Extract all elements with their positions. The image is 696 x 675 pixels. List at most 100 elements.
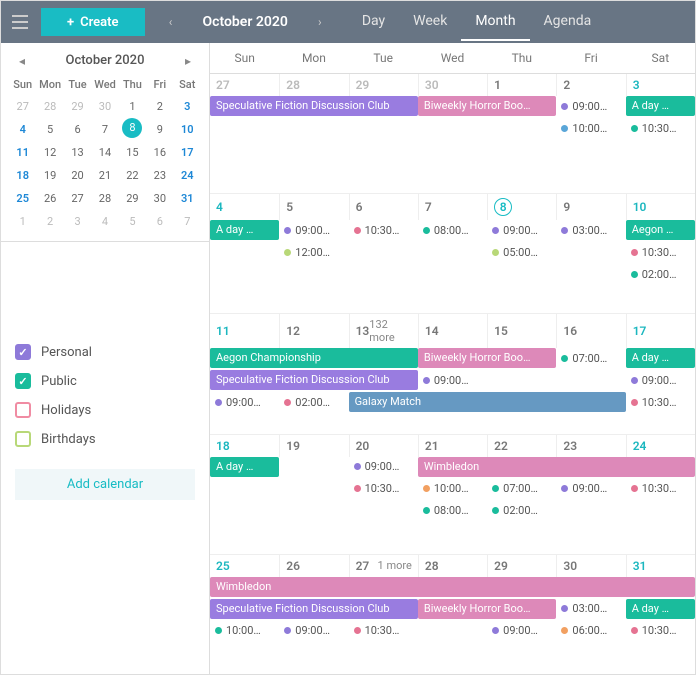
event-item[interactable]: 09:00… <box>556 96 625 116</box>
more-events-link[interactable]: 132 more <box>369 318 412 344</box>
date-cell[interactable]: 30 <box>418 74 487 96</box>
date-cell[interactable]: 27 <box>210 74 279 96</box>
event-item[interactable]: 10:30… <box>626 392 695 412</box>
date-cell[interactable]: 28 <box>418 555 487 577</box>
mini-day[interactable]: 24 <box>174 164 201 187</box>
mini-day[interactable]: 1 <box>119 95 146 118</box>
mini-day[interactable]: 22 <box>119 164 146 187</box>
calendar-item[interactable]: Birthdays <box>15 431 195 447</box>
event-bar[interactable]: Speculative Fiction Discussion Club <box>210 96 418 116</box>
event-item[interactable]: 09:00… <box>210 392 279 412</box>
event-item[interactable]: 10:30… <box>626 621 695 641</box>
more-events-link[interactable]: 1 more <box>378 559 412 572</box>
mini-day[interactable]: 9 <box>146 118 173 141</box>
date-cell[interactable]: 10 <box>626 194 695 220</box>
event-item[interactable]: 05:00… <box>487 242 556 262</box>
event-bar[interactable]: Wimbledon <box>210 577 695 597</box>
mini-day[interactable]: 28 <box>91 187 118 210</box>
date-cell[interactable]: 11 <box>210 314 279 348</box>
event-bar[interactable]: Wimbledon <box>418 457 695 477</box>
event-bar[interactable]: Biweekly Horror Boo… <box>418 599 557 619</box>
event-item[interactable]: 12:00… <box>279 242 348 262</box>
mini-prev-button[interactable]: ◂ <box>13 54 31 68</box>
view-tab-agenda[interactable]: Agenda <box>530 3 606 41</box>
event-bar[interactable]: Aegon Championship <box>210 348 418 368</box>
event-item[interactable]: 10:30… <box>626 479 695 499</box>
mini-day[interactable]: 15 <box>119 141 146 164</box>
date-cell[interactable]: 20 <box>349 435 418 457</box>
date-cell[interactable]: 29 <box>487 555 556 577</box>
mini-day[interactable]: 10 <box>174 118 201 141</box>
date-cell[interactable]: 9 <box>556 194 625 220</box>
mini-day[interactable]: 20 <box>64 164 91 187</box>
mini-day[interactable]: 4 <box>91 210 118 233</box>
checkbox-icon[interactable] <box>15 402 31 418</box>
prev-month-button[interactable]: ‹ <box>159 10 183 34</box>
event-item[interactable]: 09:00… <box>487 621 556 641</box>
event-bar[interactable]: Speculative Fiction Discussion Club <box>210 599 418 619</box>
date-cell[interactable]: 18 <box>210 435 279 457</box>
mini-day[interactable]: 14 <box>91 141 118 164</box>
checkbox-icon[interactable] <box>15 344 31 360</box>
date-cell[interactable]: 26 <box>279 555 348 577</box>
date-cell[interactable]: 21 <box>418 435 487 457</box>
mini-day[interactable]: 19 <box>36 164 63 187</box>
checkbox-icon[interactable] <box>15 373 31 389</box>
mini-day[interactable]: 3 <box>174 95 201 118</box>
event-item[interactable]: 07:00… <box>487 479 556 499</box>
date-cell[interactable]: 2 <box>556 74 625 96</box>
mini-day[interactable]: 2 <box>36 210 63 233</box>
event-item[interactable]: 09:00… <box>556 479 625 499</box>
date-cell[interactable]: 29 <box>349 74 418 96</box>
event-item[interactable]: 03:00… <box>556 599 625 619</box>
event-item[interactable]: 08:00… <box>418 220 487 240</box>
event-item[interactable]: 10:30… <box>626 242 695 262</box>
view-tab-week[interactable]: Week <box>399 3 461 41</box>
mini-day[interactable]: 12 <box>36 141 63 164</box>
event-bar[interactable]: Aegon … <box>626 220 695 240</box>
event-item[interactable]: 10:00… <box>418 479 487 499</box>
date-cell[interactable]: 13132 more <box>349 314 418 348</box>
event-item[interactable]: 02:00… <box>487 501 556 521</box>
date-cell[interactable]: 1 <box>487 74 556 96</box>
next-month-button[interactable]: › <box>308 10 332 34</box>
date-cell[interactable]: 16 <box>556 314 625 348</box>
event-bar[interactable]: Biweekly Horror Boo… <box>418 348 557 368</box>
date-cell[interactable]: 4 <box>210 194 279 220</box>
mini-day[interactable]: 6 <box>146 210 173 233</box>
mini-day[interactable]: 13 <box>64 141 91 164</box>
mini-day[interactable]: 18 <box>9 164 36 187</box>
date-cell[interactable]: 23 <box>556 435 625 457</box>
date-cell[interactable]: 7 <box>418 194 487 220</box>
event-bar[interactable]: A day … <box>210 457 279 477</box>
date-cell[interactable]: 15 <box>487 314 556 348</box>
add-calendar-button[interactable]: Add calendar <box>15 469 195 500</box>
mini-day[interactable]: 4 <box>9 118 36 141</box>
date-cell[interactable]: 24 <box>626 435 695 457</box>
mini-day[interactable]: 25 <box>9 187 36 210</box>
mini-day[interactable]: 5 <box>119 210 146 233</box>
event-item[interactable]: 07:00… <box>556 348 625 368</box>
event-bar[interactable]: Biweekly Horror Boo… <box>418 96 557 116</box>
date-cell[interactable]: 31 <box>626 555 695 577</box>
mini-day[interactable]: 29 <box>119 187 146 210</box>
event-bar[interactable]: Speculative Fiction Discussion Club <box>210 370 418 390</box>
date-cell[interactable]: 14 <box>418 314 487 348</box>
hamburger-icon[interactable] <box>1 1 39 43</box>
event-item[interactable]: 10:00… <box>556 118 625 138</box>
checkbox-icon[interactable] <box>15 431 31 447</box>
date-cell[interactable]: 3 <box>626 74 695 96</box>
event-item[interactable]: 08:00… <box>418 501 487 521</box>
event-item[interactable]: 09:00… <box>418 370 487 390</box>
event-item[interactable]: 09:00… <box>487 220 556 240</box>
date-cell[interactable]: 22 <box>487 435 556 457</box>
event-item[interactable]: 10:30… <box>626 118 695 138</box>
mini-day[interactable]: 29 <box>64 95 91 118</box>
view-tab-day[interactable]: Day <box>348 3 399 41</box>
event-bar[interactable]: A day … <box>626 599 695 619</box>
mini-day[interactable]: 11 <box>9 141 36 164</box>
mini-day[interactable]: 3 <box>64 210 91 233</box>
event-item[interactable]: 06:00… <box>556 621 625 641</box>
mini-day[interactable]: 23 <box>146 164 173 187</box>
calendar-item[interactable]: Public <box>15 373 195 389</box>
